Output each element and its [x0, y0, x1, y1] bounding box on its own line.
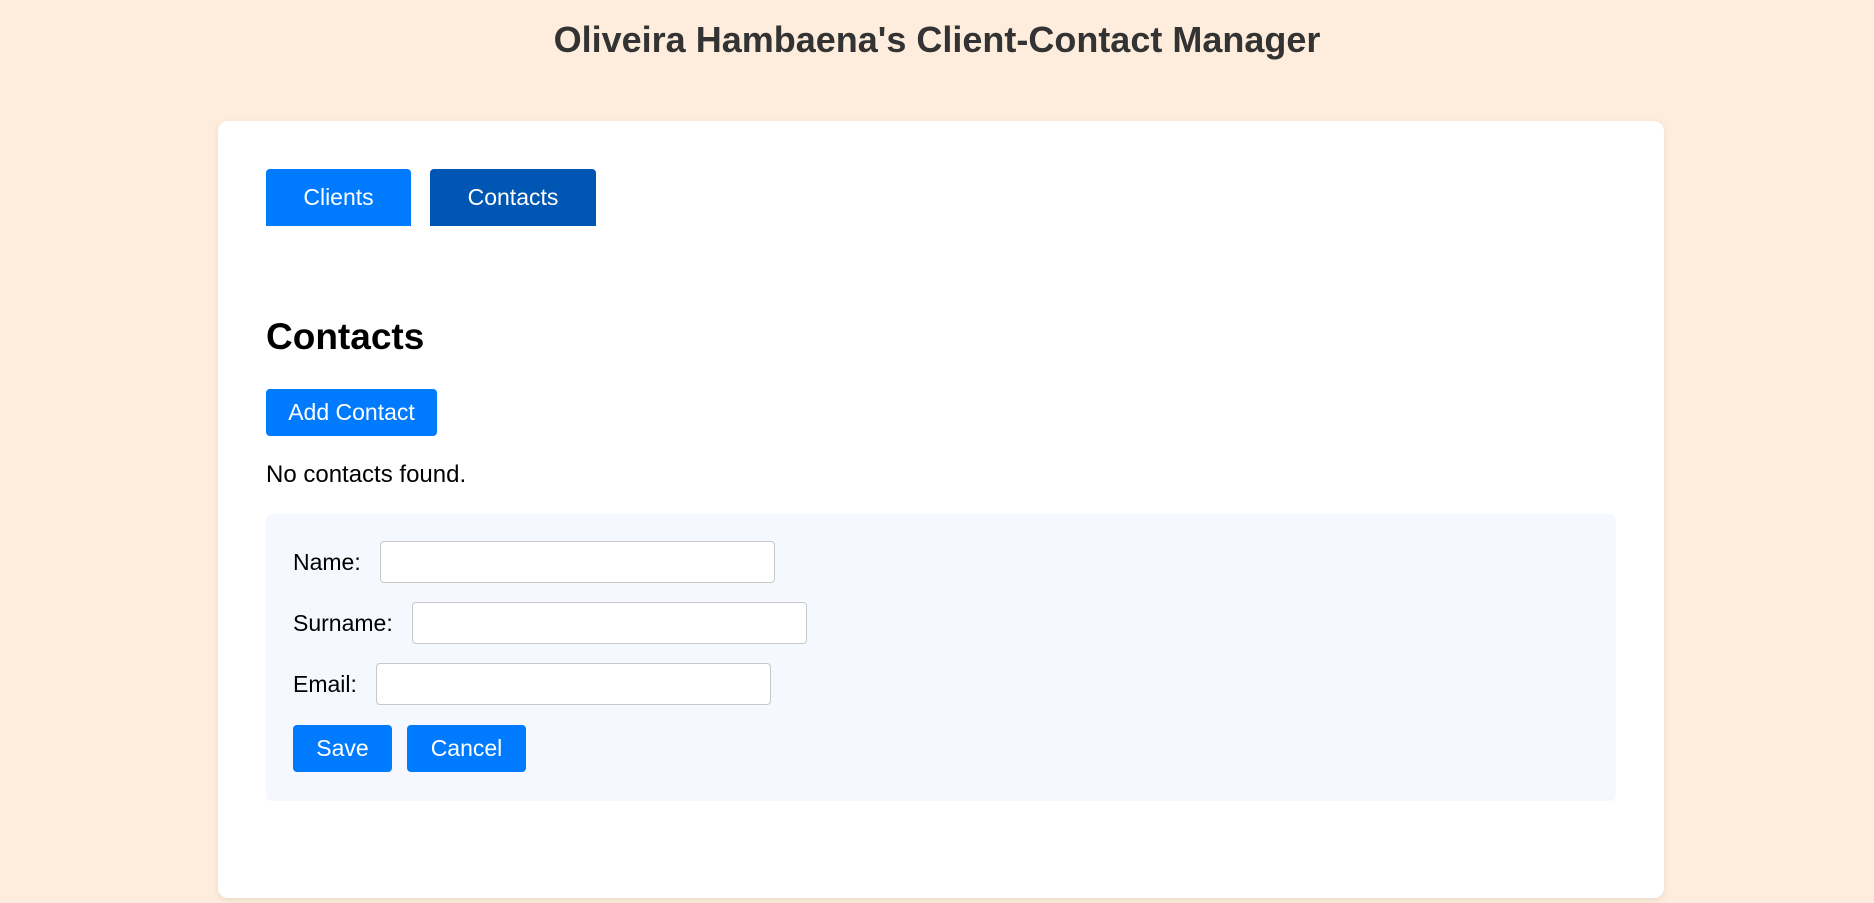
app-title: Oliveira Hambaena's Client-Contact Manag… — [553, 19, 1321, 60]
email-row: Email: — [293, 663, 771, 705]
save-button[interactable]: Save — [293, 725, 392, 772]
contact-form: Name: Surname: Email: Save Cancel — [266, 514, 1616, 801]
tab-bar: Clients Contacts — [266, 169, 596, 226]
contacts-heading: Contacts — [266, 316, 425, 357]
surname-row: Surname: — [293, 602, 807, 644]
main-card: Clients Contacts Contacts Add Contact No… — [218, 121, 1664, 898]
surname-label: Surname: — [293, 609, 393, 636]
cancel-button[interactable]: Cancel — [407, 725, 526, 772]
form-actions: Save Cancel — [293, 725, 526, 772]
name-field[interactable] — [379, 541, 775, 583]
name-label: Name: — [293, 548, 361, 575]
empty-state-message: No contacts found. — [266, 461, 467, 488]
email-label: Email: — [293, 670, 357, 697]
tab-contacts[interactable]: Contacts — [430, 169, 596, 226]
surname-field[interactable] — [411, 602, 807, 644]
email-field[interactable] — [375, 663, 771, 705]
name-row: Name: — [293, 541, 775, 583]
add-contact-button[interactable]: Add Contact — [266, 389, 437, 436]
tab-clients[interactable]: Clients — [266, 169, 411, 226]
